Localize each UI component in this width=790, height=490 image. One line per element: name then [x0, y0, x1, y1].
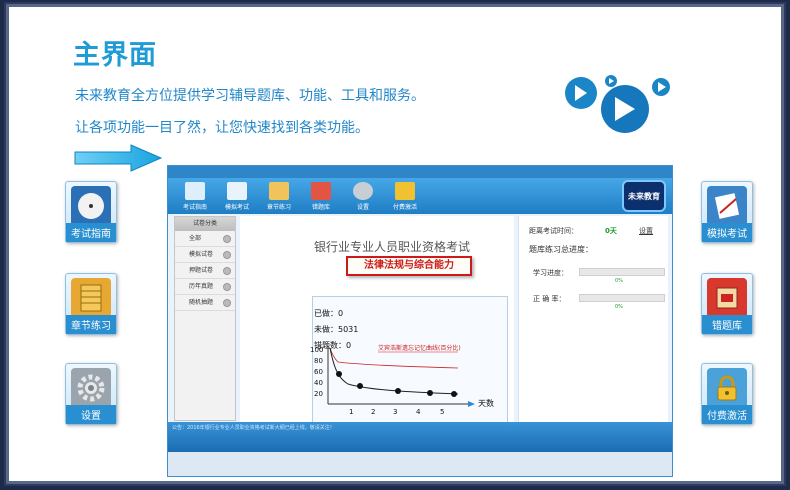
toolbar-label: 设置 — [356, 203, 369, 211]
toolbar-label: 付费激活 — [392, 203, 417, 211]
accuracy-label: 正 确 率： — [533, 295, 566, 303]
toolbar-label: 考试指南 — [182, 203, 207, 211]
side-button-exam-guide[interactable]: 考试指南 — [65, 181, 117, 243]
toolbar-settings-button[interactable]: 设置 — [342, 178, 384, 214]
side-button-chapter-practice[interactable]: 章节练习 — [65, 273, 117, 335]
page-title: 主界面 — [73, 40, 157, 71]
exam-title: 银行业专业人员职业资格考试 — [314, 240, 471, 254]
toolbar-label: 错题库 — [311, 203, 330, 211]
side-button-settings[interactable]: 设置 — [65, 363, 117, 425]
category-item[interactable]: 随机抽题 — [175, 295, 235, 311]
toolbar-wrong-questions-button[interactable]: 错题库 — [300, 178, 342, 214]
y-tick: 40 — [314, 379, 323, 387]
page-frame: 主界面 未来教育全方位提供学习辅导题库、功能、工具和服务。 让各项功能一目了然，… — [6, 4, 784, 484]
done-count: 已做：0 — [314, 309, 344, 318]
subject-label[interactable]: 法律法规与综合能力 — [346, 256, 472, 276]
category-item[interactable]: 历年真题 — [175, 279, 235, 295]
y-tick: 100 — [310, 346, 323, 354]
exam-paper-icon — [227, 181, 247, 200]
app-toolbar: 考试指南 模拟考试 章节练习 错题库 设置 付费激活 未来教育 — [168, 178, 672, 214]
category-item[interactable]: 全部 — [175, 231, 235, 247]
side-button-label: 考试指南 — [66, 223, 116, 242]
accuracy-bar — [579, 294, 665, 302]
toolbar-label: 章节练习 — [266, 203, 291, 211]
toolbar-mock-exam-button[interactable]: 模拟考试 — [216, 178, 258, 214]
description-line-1: 未来教育全方位提供学习辅导题库、功能、工具和服务。 — [75, 88, 425, 104]
exam-paper-icon — [707, 186, 747, 226]
x-tick: 5 — [440, 408, 444, 416]
x-tick: 3 — [393, 408, 397, 416]
chart-legend: 艾宾浩斯遗忘记忆曲线(百分比) — [378, 344, 461, 352]
notebook-icon — [71, 278, 111, 318]
accuracy-value: 0% — [615, 304, 623, 310]
side-button-label: 模拟考试 — [702, 223, 752, 242]
side-button-label: 错题库 — [702, 315, 752, 334]
pointer-arrow-icon — [74, 144, 163, 172]
lock-icon — [395, 181, 415, 200]
brand-logo: 未来教育 — [622, 180, 666, 212]
toolbar-label: 模拟考试 — [224, 203, 249, 211]
lock-icon — [707, 368, 747, 408]
notice-text[interactable]: 公告：2016年银行业专业人员职业资格考试新大纲已经上线，敬请关注！ — [172, 424, 335, 431]
side-button-paid-activation[interactable]: 付费激活 — [701, 363, 753, 425]
side-button-label: 章节练习 — [66, 315, 116, 334]
y-tick: 20 — [314, 390, 323, 398]
description-line-2: 让各项功能一目了然，让您快速找到各类功能。 — [75, 120, 369, 136]
category-panel: 试卷分类 全部 模拟试卷 押题试卷 历年真题 随机抽题 — [174, 216, 236, 421]
side-button-label: 付费激活 — [702, 405, 752, 424]
side-button-label: 设置 — [66, 405, 116, 424]
x-tick: 4 — [416, 408, 421, 416]
compass-icon — [185, 181, 205, 200]
x-tick: 2 — [371, 408, 375, 416]
compass-icon — [71, 186, 111, 226]
wrong-book-icon — [707, 278, 747, 318]
study-progress-value: 0% — [615, 278, 623, 284]
arrows-logo-icon — [565, 75, 670, 133]
toolbar-chapter-practice-button[interactable]: 章节练习 — [258, 178, 300, 214]
notice-bar: 公告：2016年银行业专业人员职业资格考试新大纲已经上线，敬请关注！ — [168, 422, 672, 452]
countdown-label: 距离考试时间： — [529, 227, 578, 235]
window-bottom-area — [168, 452, 672, 476]
gear-icon — [353, 181, 373, 200]
category-item[interactable]: 押题试卷 — [175, 263, 235, 279]
side-button-wrong-questions[interactable]: 错题库 — [701, 273, 753, 335]
toolbar-paid-activation-button[interactable]: 付费激活 — [384, 178, 426, 214]
side-button-mock-exam[interactable]: 模拟考试 — [701, 181, 753, 243]
x-tick: 1 — [349, 408, 353, 416]
category-header: 试卷分类 — [175, 217, 235, 231]
notebook-icon — [269, 181, 289, 200]
study-progress-label: 学习进度： — [533, 269, 568, 277]
x-axis-label: 天数 — [478, 398, 494, 408]
progress-title: 题库练习总进度： — [529, 245, 593, 254]
toolbar-exam-guide-button[interactable]: 考试指南 — [174, 178, 216, 214]
gear-icon — [71, 368, 111, 408]
app-window: 考试指南 模拟考试 章节练习 错题库 设置 付费激活 未来教育 试卷分类 全部 … — [167, 165, 673, 477]
countdown-set-link[interactable]: 设置 — [639, 226, 653, 236]
progress-panel: 距离考试时间： 0天 设置 题库练习总进度： 学习进度： 0% 正 确 率： 0… — [518, 216, 668, 436]
wrong-book-icon — [311, 181, 331, 200]
study-progress-bar — [579, 268, 665, 276]
countdown-value: 0天 — [605, 227, 617, 235]
y-tick: 80 — [314, 357, 323, 365]
forgetting-curve-chart: 100 80 60 40 20 1 2 3 4 5 天数 艾宾浩斯遗忘记忆曲线(… — [310, 344, 494, 416]
category-item[interactable]: 模拟试卷 — [175, 247, 235, 263]
y-tick: 60 — [314, 368, 323, 376]
app-window-titlebar — [168, 166, 672, 178]
undone-count: 未做：5031 — [314, 325, 359, 334]
